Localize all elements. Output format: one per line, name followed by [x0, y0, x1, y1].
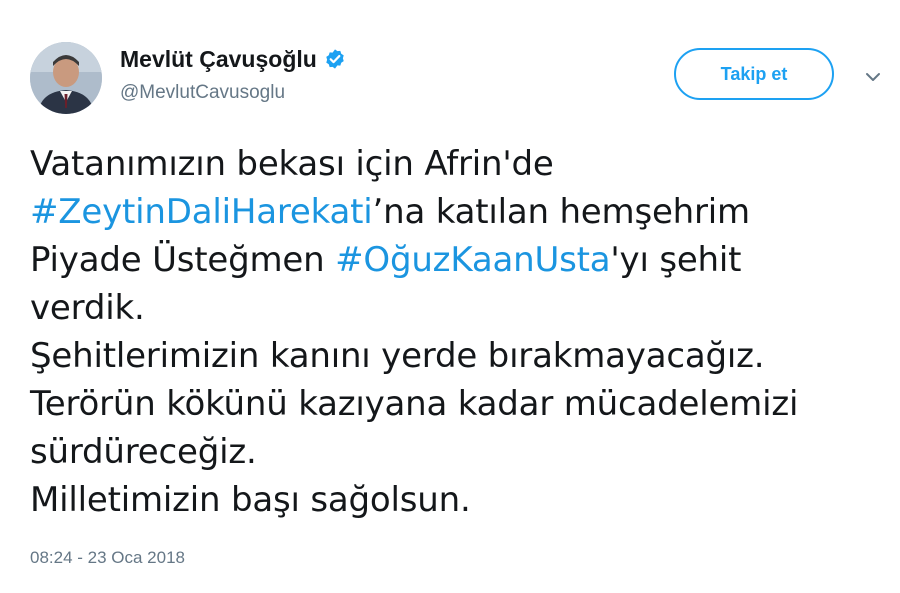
tweet-timestamp[interactable]: 08:24 - 23 Oca 2018 [30, 548, 185, 568]
chevron-down-icon[interactable] [858, 62, 888, 92]
tweet-text-segment: sürdüreceğiz. [30, 432, 257, 472]
tweet-text-segment: Terörün kökünü kazıyana kadar mücadelemi… [30, 384, 799, 424]
tweet-text: Vatanımızın bekası için Afrin'de #ZeytinD… [30, 140, 890, 524]
tweet-text-line: #ZeytinDaliHarekati’na katılan hemşehrim [30, 188, 890, 236]
tweet-text-line: Şehitlerimizin kanını yerde bırakmayacağ… [30, 332, 890, 380]
tweet-text-segment: Piyade Üsteğmen [30, 240, 336, 280]
tweet-text-segment: ’na katılan hemşehrim [372, 192, 751, 232]
tweet-text-segment: Milletimizin başı sağolsun. [30, 480, 471, 520]
tweet-text-segment: Vatanımızın bekası için Afrin'de [30, 144, 554, 184]
hashtag-link[interactable]: #ZeytinDaliHarekati [30, 192, 373, 232]
tweet-text-segment: Şehitlerimizin kanını yerde bırakmayacağ… [30, 336, 765, 376]
follow-button[interactable]: Takip et [674, 48, 834, 100]
display-name[interactable]: Mevlüt Çavuşoğlu [120, 46, 317, 73]
tweet-text-line: Milletimizin başı sağolsun. [30, 476, 890, 524]
name-row: Mevlüt Çavuşoğlu [120, 44, 346, 74]
hashtag-link[interactable]: #OğuzKaanUsta [335, 240, 611, 280]
tweet-card: Mevlüt Çavuşoğlu @MevlutCavusoglu Takip … [0, 0, 900, 593]
tweet-text-segment: 'yı şehit [610, 240, 742, 280]
verified-badge-icon [324, 48, 346, 70]
avatar[interactable] [30, 42, 102, 114]
tweet-text-segment: verdik. [30, 288, 145, 328]
tweet-text-line: sürdüreceğiz. [30, 428, 890, 476]
tweet-text-line: Terörün kökünü kazıyana kadar mücadelemi… [30, 380, 890, 428]
tweet-text-line: verdik. [30, 284, 890, 332]
tweet-text-line: Piyade Üsteğmen #OğuzKaanUsta'yı şehit [30, 236, 890, 284]
tweet-text-line: Vatanımızın bekası için Afrin'de [30, 140, 890, 188]
user-handle[interactable]: @MevlutCavusoglu [120, 82, 285, 104]
